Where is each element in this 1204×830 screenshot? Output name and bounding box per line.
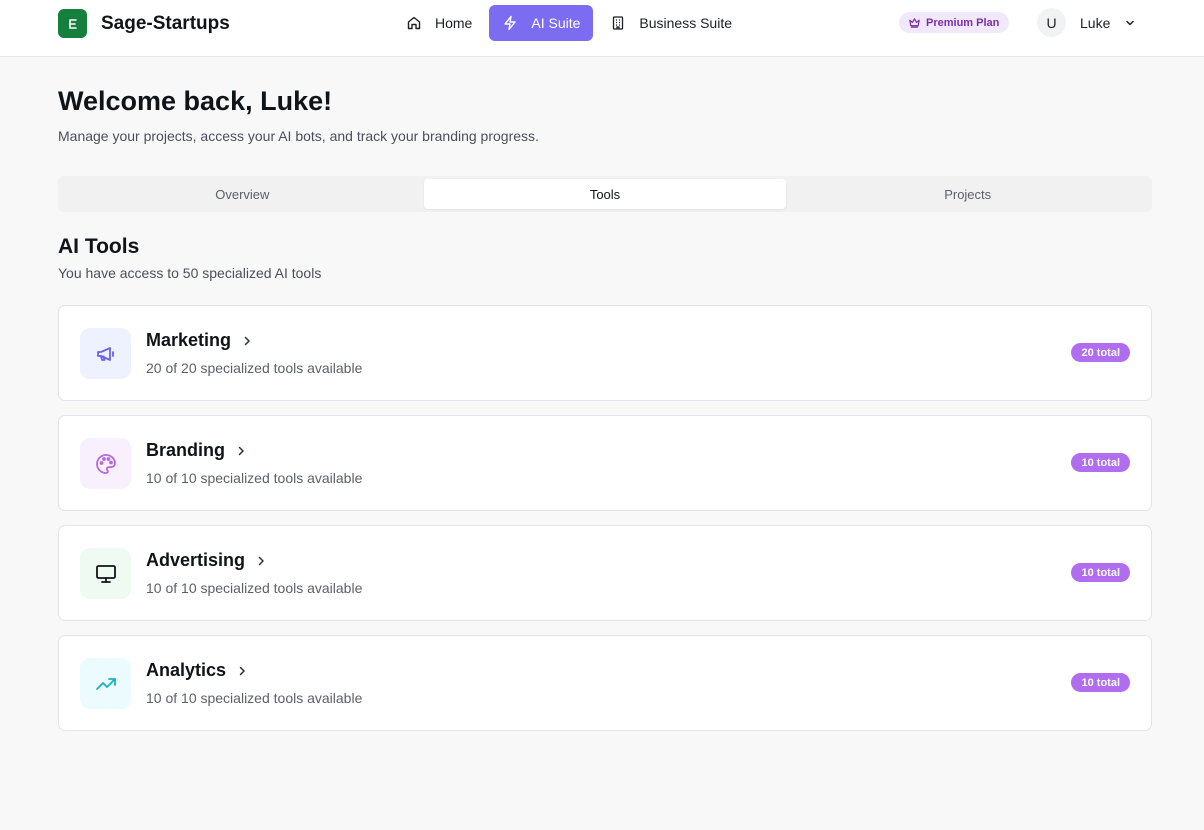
- category-subtitle: 10 of 10 specialized tools available: [146, 580, 363, 596]
- tab-bar: Overview Tools Projects: [58, 176, 1152, 212]
- chevron-right-icon: [235, 445, 247, 457]
- palette-icon: [80, 438, 131, 489]
- trending-up-icon: [80, 658, 131, 709]
- page-subtitle: Manage your projects, access your AI bot…: [58, 128, 539, 144]
- category-card-marketing[interactable]: Marketing 20 of 20 specialized tools ava…: [58, 305, 1152, 401]
- category-card-analytics[interactable]: Analytics 10 of 10 specialized tools ava…: [58, 635, 1152, 731]
- tool-count-badge: 10 total: [1071, 453, 1130, 472]
- premium-plan-label: Premium Plan: [926, 16, 1000, 29]
- crown-icon: [909, 18, 920, 28]
- megaphone-icon: [80, 328, 131, 379]
- user-name: Luke: [1080, 14, 1111, 31]
- nav-business-suite-label: Business Suite: [639, 15, 732, 31]
- monitor-icon: [80, 548, 131, 599]
- category-subtitle: 10 of 10 specialized tools available: [146, 470, 363, 486]
- category-title-text: Branding: [146, 440, 225, 460]
- category-title: Marketing: [146, 330, 253, 351]
- tool-count-badge: 20 total: [1071, 343, 1130, 362]
- category-title-text: Marketing: [146, 330, 232, 350]
- nav-ai-suite[interactable]: AI Suite: [489, 5, 594, 41]
- top-navbar: Sage-Startups Home AI Suite Business Sui…: [0, 0, 1204, 57]
- user-menu[interactable]: U Luke: [1037, 8, 1136, 37]
- nav-ai-suite-label: AI Suite: [531, 15, 581, 31]
- category-title: Advertising: [146, 550, 267, 571]
- main-nav: Home AI Suite Business Suite: [393, 5, 749, 41]
- chevron-right-icon: [236, 665, 248, 677]
- section-title: AI Tools: [58, 235, 140, 258]
- category-title-text: Analytics: [146, 660, 227, 680]
- tab-overview[interactable]: Overview: [61, 179, 424, 209]
- premium-plan-badge: Premium Plan: [899, 12, 1010, 33]
- brand-logo-icon: [58, 9, 87, 38]
- tool-count-badge: 10 total: [1071, 563, 1130, 582]
- chevron-down-icon: [1124, 17, 1136, 29]
- home-icon: [407, 16, 421, 30]
- tab-tools[interactable]: Tools: [423, 179, 787, 209]
- category-title-text: Advertising: [146, 550, 246, 570]
- chevron-right-icon: [241, 335, 253, 347]
- tool-count-badge: 10 total: [1071, 673, 1130, 692]
- lightning-icon: [504, 15, 517, 31]
- category-title: Analytics: [146, 660, 248, 681]
- section-subtitle: You have access to 50 specialized AI too…: [58, 265, 322, 281]
- brand-name: Sage-Startups: [101, 12, 230, 34]
- nav-business-suite[interactable]: Business Suite: [597, 5, 745, 41]
- category-subtitle: 20 of 20 specialized tools available: [146, 360, 363, 376]
- page-title: Welcome back, Luke!: [58, 86, 333, 116]
- nav-home[interactable]: Home: [393, 5, 485, 41]
- brand[interactable]: Sage-Startups: [58, 9, 230, 38]
- category-title: Branding: [146, 440, 247, 461]
- building-icon: [613, 16, 624, 30]
- category-card-branding[interactable]: Branding 10 of 10 specialized tools avai…: [58, 415, 1152, 511]
- nav-home-label: Home: [435, 15, 473, 31]
- chevron-right-icon: [255, 555, 267, 567]
- category-subtitle: 10 of 10 specialized tools available: [146, 690, 363, 706]
- avatar: U: [1037, 8, 1066, 37]
- category-card-advertising[interactable]: Advertising 10 of 10 specialized tools a…: [58, 525, 1152, 621]
- tab-projects[interactable]: Projects: [786, 179, 1149, 209]
